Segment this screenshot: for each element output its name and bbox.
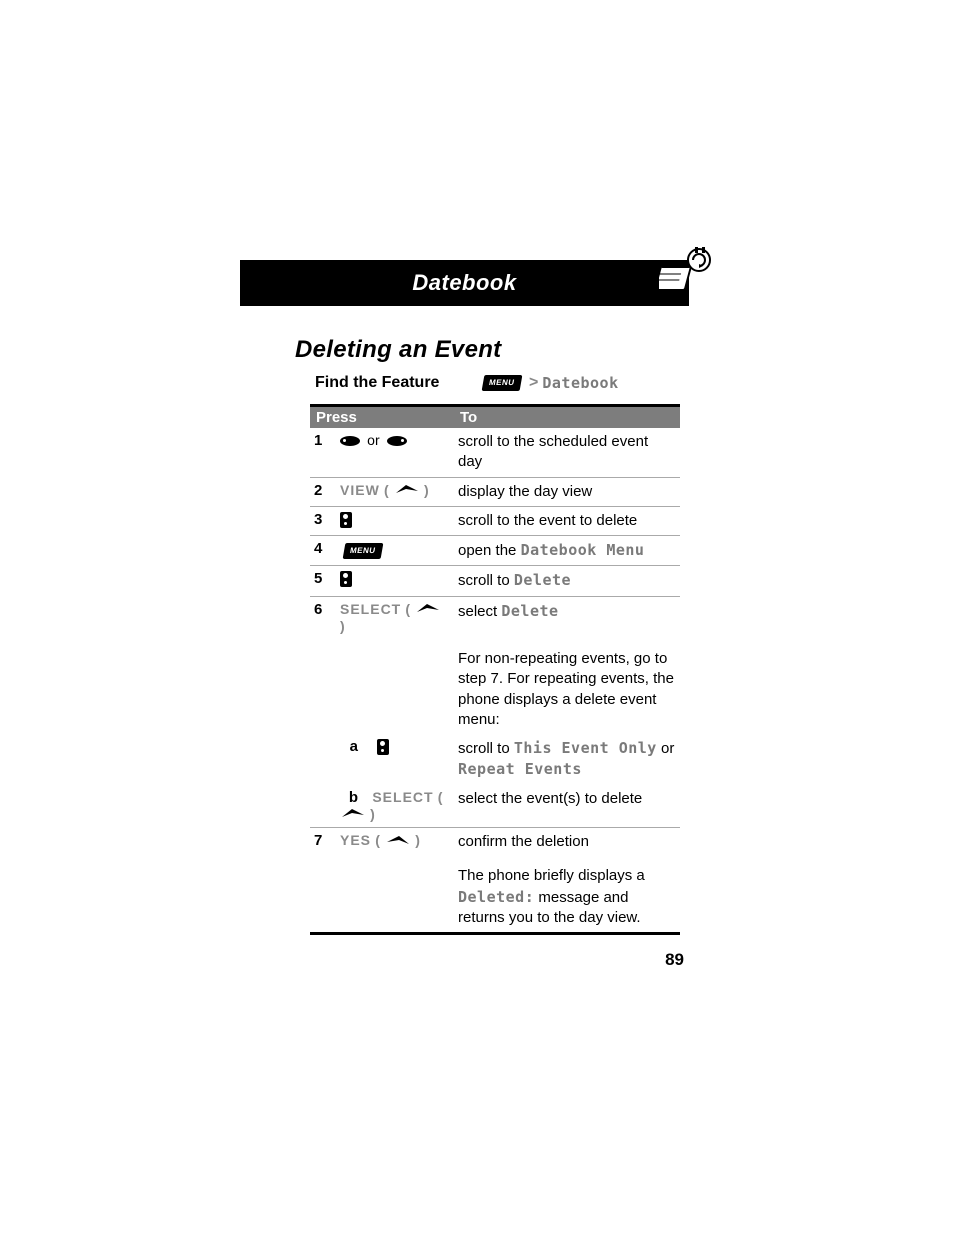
breadcrumb-separator: > [529, 374, 538, 392]
find-feature-target: Datebook [542, 374, 618, 392]
table-row: 2 VIEW ( ) display the day view [310, 477, 680, 506]
to-cell: open the Datebook Menu [454, 536, 680, 566]
soft-arrow-right-icon [394, 482, 420, 499]
table-row: 4 MENU open the Datebook Menu [310, 536, 680, 566]
section-title: Deleting an Event [295, 336, 689, 364]
table-row: 3 scroll to the event to delete [310, 506, 680, 535]
press-cell: a [336, 734, 454, 785]
substep-letter: a [340, 738, 364, 755]
softkey-label: SELECT [340, 601, 401, 617]
soft-arrow-right-icon [340, 806, 366, 823]
right-oval-key-icon [387, 436, 407, 446]
table-row: a scroll to This Event Only or Repeat Ev… [310, 734, 680, 785]
scroll-key-icon [340, 571, 352, 587]
softkey-label: YES [340, 832, 371, 848]
to-cell: scroll to the event to delete [454, 506, 680, 535]
step-number: 7 [310, 828, 336, 857]
find-feature-row: Find the Feature MENU > Datebook [315, 374, 689, 392]
menu-key-icon: MENU [482, 375, 522, 391]
find-feature-label: Find the Feature [315, 374, 439, 392]
to-cell: confirm the deletion [454, 828, 680, 857]
or-text: or [367, 432, 379, 448]
page-header: Datebook [240, 260, 689, 306]
scroll-key-icon [340, 512, 352, 528]
to-cell: scroll to Delete [454, 566, 680, 596]
steps-table: Press To 1 or scroll to the scheduled ev… [310, 404, 680, 935]
press-cell: b SELECT ( ) [336, 785, 454, 828]
table-row: The phone briefly displays a Deleted: me… [310, 856, 680, 933]
press-cell: or [336, 428, 454, 477]
softkey-label: VIEW [340, 482, 380, 498]
press-cell [336, 506, 454, 535]
left-oval-key-icon [340, 436, 360, 446]
press-cell: VIEW ( ) [336, 477, 454, 506]
table-row: For non-repeating events, go to step 7. … [310, 639, 680, 734]
datebook-icon [659, 244, 719, 310]
table-row: 1 or scroll to the scheduled event day [310, 428, 680, 477]
step-number: 5 [310, 566, 336, 596]
table-row: 7 YES ( ) confirm the deletion [310, 828, 680, 857]
to-cell: scroll to the scheduled event day [454, 428, 680, 477]
press-cell: SELECT ( ) [336, 596, 454, 639]
step-number: 2 [310, 477, 336, 506]
step-number: 6 [310, 596, 336, 639]
scroll-key-icon [377, 739, 389, 755]
step-number: 4 [310, 536, 336, 566]
col-head-press: Press [310, 406, 454, 429]
step-number: 1 [310, 428, 336, 477]
to-cell: scroll to This Event Only or Repeat Even… [454, 734, 680, 785]
note-cell: The phone briefly displays a Deleted: me… [454, 856, 680, 933]
to-cell: select the event(s) to delete [454, 785, 680, 828]
substep-letter: b [340, 789, 364, 806]
step-number: 3 [310, 506, 336, 535]
col-head-to: To [454, 406, 680, 429]
press-cell: MENU [336, 536, 454, 566]
note-cell: For non-repeating events, go to step 7. … [454, 639, 680, 734]
to-cell: display the day view [454, 477, 680, 506]
to-cell: select Delete [454, 596, 680, 639]
soft-arrow-right-icon [415, 601, 441, 618]
page-number: 89 [665, 950, 684, 970]
press-cell: YES ( ) [336, 828, 454, 857]
menu-key-icon: MENU [343, 543, 383, 559]
page-header-title: Datebook [412, 270, 516, 296]
press-cell [336, 566, 454, 596]
soft-arrow-left-icon [385, 833, 411, 850]
table-row: 6 SELECT ( ) select Delete [310, 596, 680, 639]
softkey-label: SELECT [372, 789, 433, 805]
table-row: b SELECT ( ) select the event(s) to dele… [310, 785, 680, 828]
table-row: 5 scroll to Delete [310, 566, 680, 596]
